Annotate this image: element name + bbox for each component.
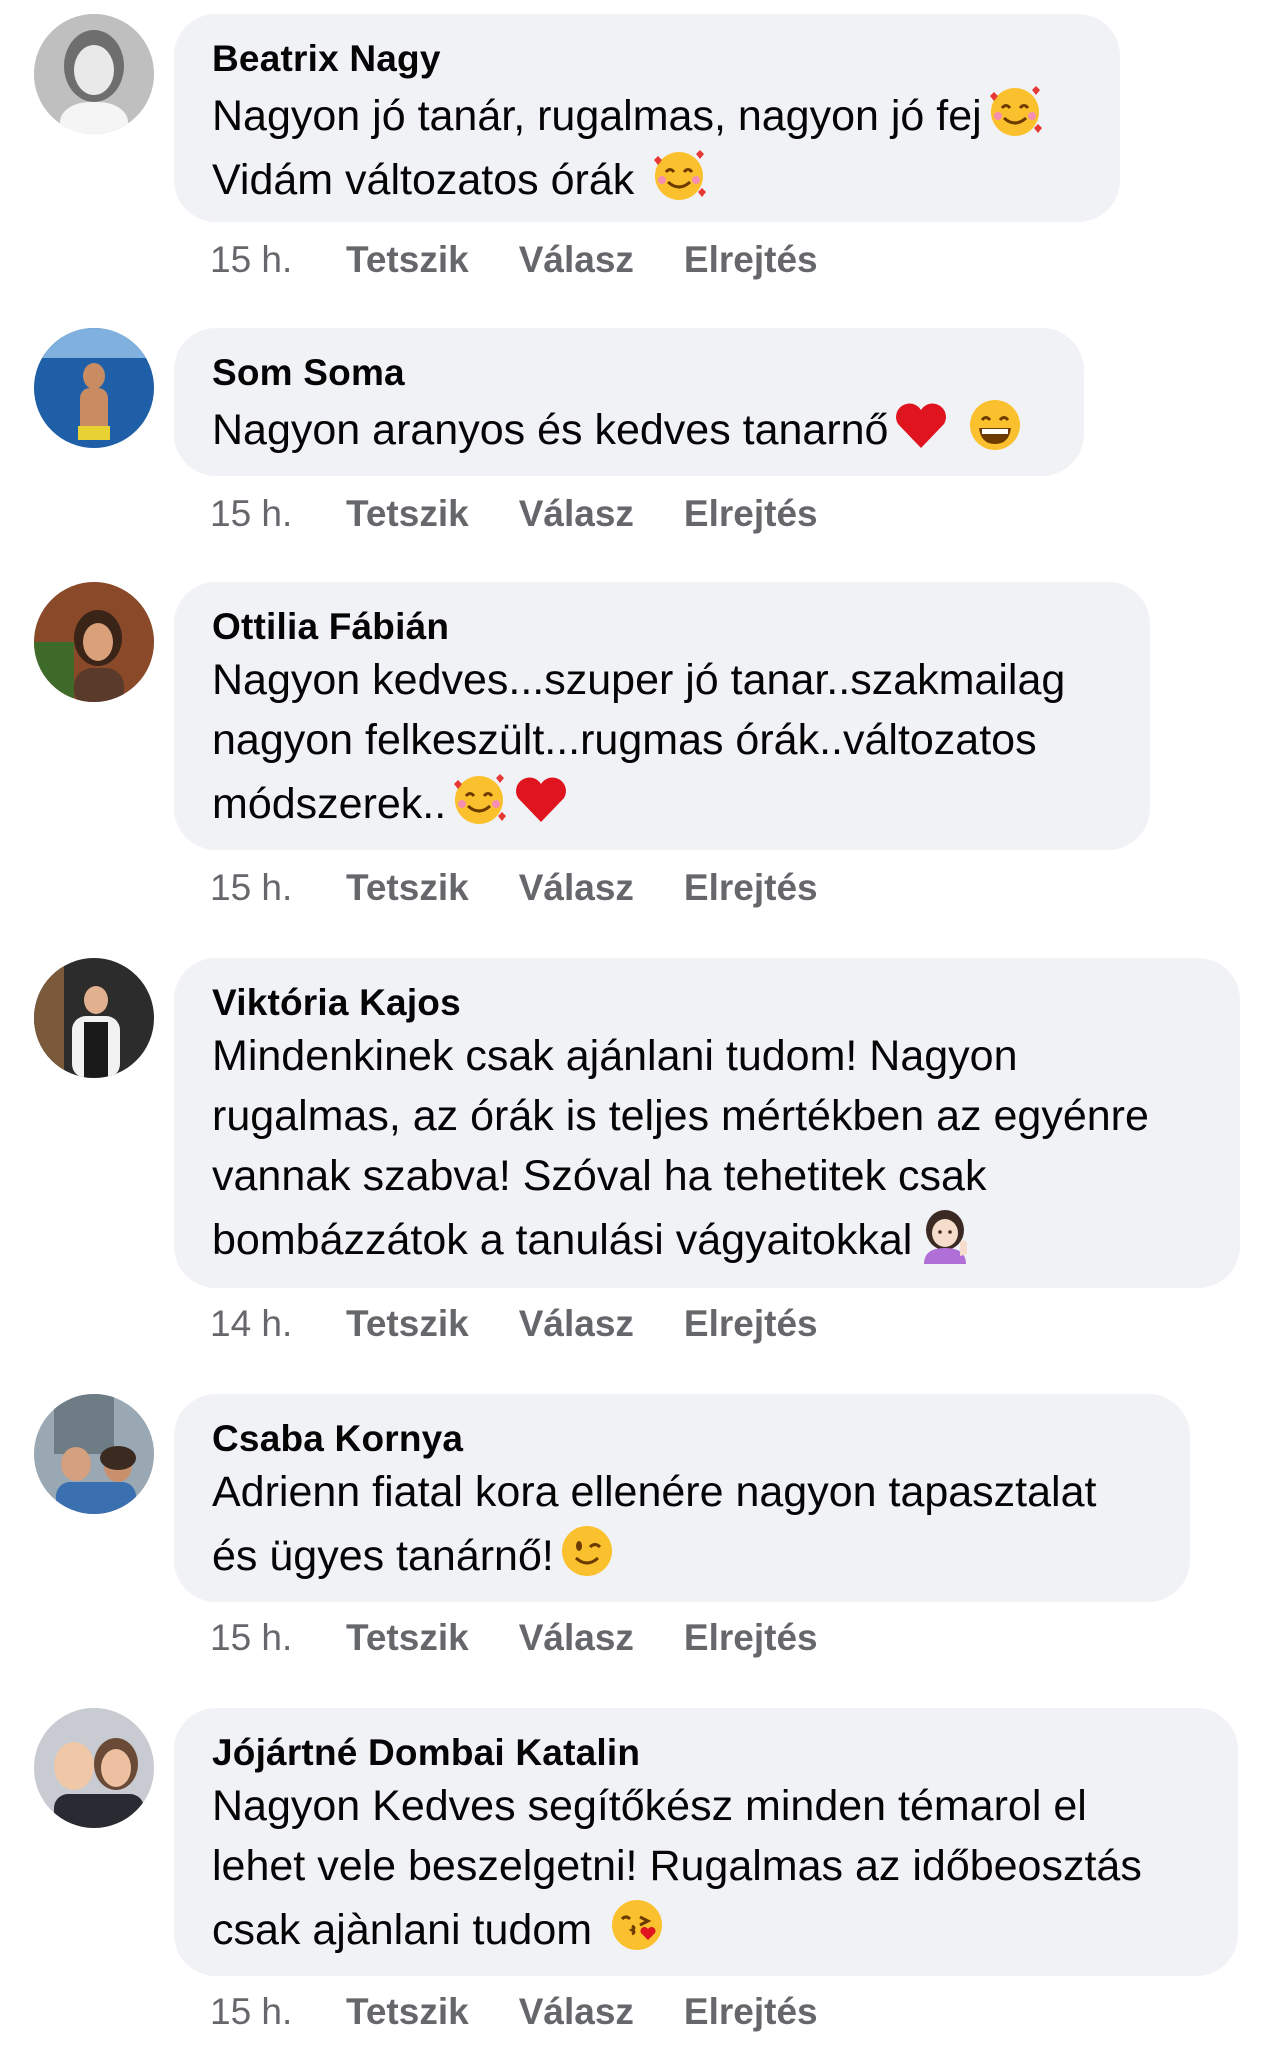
comment-author[interactable]: Jójártné Dombai Katalin	[212, 1730, 1202, 1776]
smiling-face-with-hearts-icon	[986, 82, 1044, 140]
comment-timestamp[interactable]: 15 h.	[210, 1990, 346, 2034]
avatar[interactable]	[34, 1394, 154, 1514]
hide-button[interactable]: Elrejtés	[684, 1990, 818, 2034]
avatar-photo-icon	[34, 958, 154, 1078]
comment-line: Nagyon jó tanár, rugalmas, nagyon jó fej	[212, 92, 982, 140]
comment-line: Nagyon kedves...szuper jó tanar..szakmai…	[212, 656, 1066, 704]
comment-text: Nagyon kedves...szuper jó tanar..szakmai…	[212, 650, 1114, 834]
reply-button[interactable]: Válasz	[519, 492, 634, 536]
comment-timestamp[interactable]: 15 h.	[210, 492, 346, 536]
comment-line: Nagyon aranyos és kedves tanarnő	[212, 406, 889, 454]
comment-bubble: Csaba Kornya Adrienn fiatal kora ellenér…	[174, 1394, 1190, 1602]
smiling-face-with-hearts-icon	[450, 770, 508, 828]
winking-face-icon	[558, 1522, 616, 1580]
comment-timestamp[interactable]: 14 h.	[210, 1302, 346, 1346]
comment-text: Nagyon aranyos és kedves tanarnő	[212, 396, 1048, 460]
like-button[interactable]: Tetszik	[346, 1990, 469, 2034]
comment-line: Adrienn fiatal kora ellenére nagyon tapa…	[212, 1468, 1097, 1516]
comment-bubble: Ottilia Fábián Nagyon kedves...szuper jó…	[174, 582, 1150, 850]
comment-line: Nagyon Kedves segítőkész minden témarol …	[212, 1782, 1087, 1830]
comment-actions: 15 h. Tetszik Válasz Elrejtés	[210, 1616, 868, 1660]
hide-button[interactable]: Elrejtés	[684, 238, 818, 282]
comment-line: vannak szabva! Szóval ha tehetitek csak	[212, 1152, 987, 1200]
comment-line: módszerek..	[212, 780, 447, 828]
comment-line: bombázzátok a tanulási vágyaitokkal	[212, 1216, 913, 1264]
avatar[interactable]	[34, 14, 154, 134]
comment-bubble: Beatrix Nagy Nagyon jó tanár, rugalmas, …	[174, 14, 1120, 222]
comment-line: rugalmas, az órák is teljes mértékben az…	[212, 1092, 1149, 1140]
avatar[interactable]	[34, 1708, 154, 1828]
comment-text: Nagyon Kedves segítőkész minden témarol …	[212, 1776, 1202, 1960]
comment-actions: 15 h. Tetszik Válasz Elrejtés	[210, 492, 868, 536]
comment-line: csak ajànlani tudom	[212, 1906, 593, 1954]
avatar[interactable]	[34, 328, 154, 448]
comment-timestamp[interactable]: 15 h.	[210, 238, 346, 282]
comment-text: Nagyon jó tanár, rugalmas, nagyon jó fej…	[212, 82, 1084, 210]
like-button[interactable]: Tetszik	[346, 866, 469, 910]
reply-button[interactable]: Válasz	[519, 1616, 634, 1660]
comment-actions: 15 h. Tetszik Válasz Elrejtés	[210, 866, 868, 910]
comment-author[interactable]: Ottilia Fábián	[212, 604, 1114, 650]
comment-actions: 15 h. Tetszik Válasz Elrejtés	[210, 238, 868, 282]
comment-actions: 15 h. Tetszik Válasz Elrejtés	[210, 1990, 868, 2034]
reply-button[interactable]: Válasz	[519, 1990, 634, 2034]
comment-line: és ügyes tanárnő!	[212, 1532, 554, 1580]
like-button[interactable]: Tetszik	[346, 238, 469, 282]
red-heart-icon	[512, 770, 570, 828]
avatar[interactable]	[34, 958, 154, 1078]
like-button[interactable]: Tetszik	[346, 1616, 469, 1660]
comment-text: Mindenkinek csak ajánlani tudom! Nagyon r…	[212, 1026, 1204, 1270]
hide-button[interactable]: Elrejtés	[684, 866, 818, 910]
comment-line: lehet vele beszelgetni! Rugalmas az időb…	[212, 1842, 1142, 1890]
avatar-photo-icon	[34, 1708, 154, 1828]
comment-author[interactable]: Beatrix Nagy	[212, 36, 1084, 82]
comment-bubble: Jójártné Dombai Katalin Nagyon Kedves se…	[174, 1708, 1238, 1976]
smiling-face-with-hearts-icon	[650, 146, 708, 204]
comment-timestamp[interactable]: 15 h.	[210, 866, 346, 910]
comment-author[interactable]: Viktória Kajos	[212, 980, 1204, 1026]
like-button[interactable]: Tetszik	[346, 1302, 469, 1346]
comment-actions: 14 h. Tetszik Válasz Elrejtés	[210, 1302, 868, 1346]
comment-bubble: Viktória Kajos Mindenkinek csak ajánlani…	[174, 958, 1240, 1288]
like-button[interactable]: Tetszik	[346, 492, 469, 536]
comment-bubble: Som Soma Nagyon aranyos és kedves tanarn…	[174, 328, 1084, 476]
hide-button[interactable]: Elrejtés	[684, 492, 818, 536]
reply-button[interactable]: Válasz	[519, 1302, 634, 1346]
comment-line: Mindenkinek csak ajánlani tudom! Nagyon	[212, 1032, 1018, 1080]
comment-timestamp[interactable]: 15 h.	[210, 1616, 346, 1660]
comment-line: nagyon felkeszült...rugmas órák..változa…	[212, 716, 1037, 764]
hide-button[interactable]: Elrejtés	[684, 1302, 818, 1346]
reply-button[interactable]: Válasz	[519, 866, 634, 910]
hide-button[interactable]: Elrejtés	[684, 1616, 818, 1660]
avatar-photo-icon	[34, 1394, 154, 1514]
comment-line: Vidám változatos órák	[212, 156, 635, 204]
comment-text: Adrienn fiatal kora ellenére nagyon tapa…	[212, 1462, 1154, 1586]
person-tipping-hand-icon	[916, 1206, 974, 1264]
avatar[interactable]	[34, 582, 154, 702]
red-heart-icon	[892, 396, 950, 454]
avatar-photo-icon	[34, 14, 154, 134]
face-blowing-kiss-icon	[608, 1896, 666, 1954]
avatar-photo-icon	[34, 328, 154, 448]
reply-button[interactable]: Válasz	[519, 238, 634, 282]
avatar-photo-icon	[34, 582, 154, 702]
grinning-face-icon	[966, 396, 1024, 454]
comment-author[interactable]: Csaba Kornya	[212, 1416, 1154, 1462]
comment-author[interactable]: Som Soma	[212, 350, 1048, 396]
